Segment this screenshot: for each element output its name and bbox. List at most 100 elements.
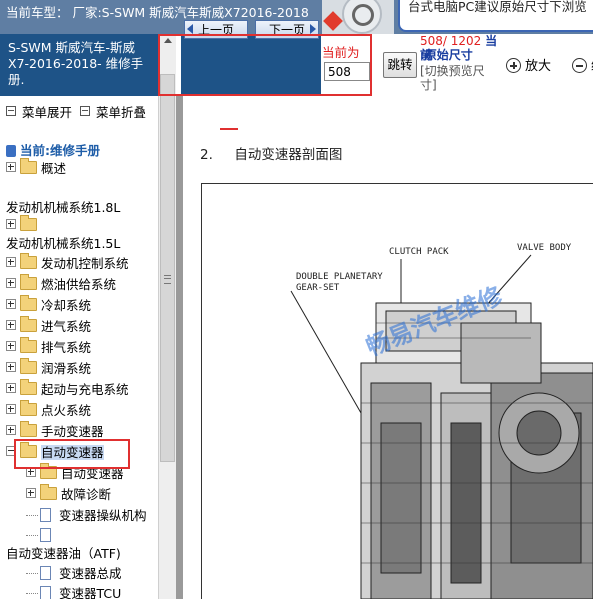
switch-preview-size-link[interactable]: [切换预览尺寸] xyxy=(420,64,498,92)
expand-plus-icon xyxy=(6,383,16,393)
tree-item-label: 发动机机械系统1.5L xyxy=(6,236,121,251)
tree-root[interactable]: 当前:维修手册 xyxy=(6,140,100,159)
expand-plus-icon xyxy=(6,362,16,372)
tree-item-label: 自动变速器 xyxy=(61,466,124,481)
arrow-left-icon xyxy=(187,24,193,34)
tree-item-fuel[interactable]: 燃油供给系统 xyxy=(6,274,116,295)
tree-subitem-tcu[interactable]: 变速器TCU xyxy=(26,584,121,599)
tree-root-label: 当前:维修手册 xyxy=(20,143,100,158)
folder-icon xyxy=(20,421,37,437)
menu-expand-label: 菜单展开 xyxy=(22,105,73,120)
tree-subitem-trans-assembly[interactable]: 变速器总成 xyxy=(26,564,122,584)
tree-item-label: 变速器TCU xyxy=(59,586,122,599)
grip-icon xyxy=(164,275,171,284)
folder-icon xyxy=(20,295,37,311)
tree-item-cooling[interactable]: 冷却系统 xyxy=(6,295,92,316)
folder-icon xyxy=(20,158,37,174)
tree-item-overview[interactable]: 概述 xyxy=(6,158,67,179)
expand-plus-icon xyxy=(6,341,16,351)
banner-image xyxy=(322,0,394,34)
jump-button[interactable]: 跳转 xyxy=(383,52,417,78)
tree-item-label-selected: 自动变速器 xyxy=(41,445,104,460)
tree-item-label: 概述 xyxy=(41,161,67,176)
tree-item-label: 点火系统 xyxy=(41,403,92,418)
folder-icon xyxy=(40,463,57,479)
tree-subitem-auto-trans[interactable]: 自动变速器 xyxy=(26,463,124,484)
manual-title: S-SWM 斯威汽车-斯威X7-2016-2018- 维修手册. xyxy=(8,40,144,87)
menu-collapse-label: 菜单折叠 xyxy=(96,105,147,120)
book-icon xyxy=(6,145,16,157)
expand-plus-icon xyxy=(6,320,16,330)
tree-item-label: 润滑系统 xyxy=(41,361,92,376)
label-gear-set: GEAR-SET xyxy=(296,283,340,293)
section-number: 2. xyxy=(200,147,213,163)
tree-item-auto-trans[interactable]: 自动变速器 xyxy=(6,442,104,463)
tree-connector xyxy=(26,535,38,536)
tree-item-start-charge[interactable]: 起动与充电系统 xyxy=(6,379,129,400)
tree-item-label: 冷却系统 xyxy=(41,298,92,313)
folder-icon xyxy=(20,379,37,395)
expand-plus-icon xyxy=(6,219,16,229)
expand-plus-icon xyxy=(26,467,36,477)
tree-item-label: 发动机控制系统 xyxy=(41,256,129,271)
manual-tree: 当前:维修手册 概述 发动机机械系统1.8L 发动机机械系统1.5L 发动机控制… xyxy=(0,136,160,599)
manual-title-panel: S-SWM 斯威汽车-斯威X7-2016-2018- 维修手册. xyxy=(0,34,158,96)
folder-icon xyxy=(20,253,37,269)
tree-subitem-atf[interactable]: 自动变速器油（ATF) xyxy=(6,544,121,564)
expand-plus-icon xyxy=(26,488,36,498)
zoom-out-icon xyxy=(572,58,587,73)
folder-icon xyxy=(20,274,37,290)
original-size-link[interactable]: :原始尺寸 xyxy=(420,48,500,62)
menu-collapse-button[interactable]: 菜单折叠 xyxy=(80,102,146,121)
tree-item-lubrication[interactable]: 润滑系统 xyxy=(6,358,92,379)
tree-connector xyxy=(26,573,38,574)
zoom-out-button[interactable]: 缩 xyxy=(572,55,593,74)
tree-subitem-blank-doc[interactable] xyxy=(26,526,59,546)
label-double-planetary: DOUBLE PLANETARY xyxy=(296,272,383,282)
expand-plus-icon xyxy=(6,299,16,309)
next-page-button[interactable]: 下一页 xyxy=(255,20,319,39)
page-nav-panel xyxy=(181,34,321,96)
tree-item-engine-mech-15[interactable]: 发动机机械系统1.5L xyxy=(6,234,120,254)
tree-subitem-diagnosis[interactable]: 故障诊断 xyxy=(26,484,112,505)
tree-scrollbar[interactable] xyxy=(158,34,177,599)
expand-plus-icon xyxy=(6,404,16,414)
menu-expand-button[interactable]: 菜单展开 xyxy=(6,102,72,121)
tree-item-label: 变速器总成 xyxy=(59,566,122,581)
prev-page-button[interactable]: 上一页 xyxy=(184,20,248,39)
tree-item-label: 故障诊断 xyxy=(61,487,112,502)
tree-item-ignition[interactable]: 点火系统 xyxy=(6,400,92,421)
red-arrow-icon xyxy=(323,11,343,31)
document-icon xyxy=(40,566,51,580)
section-title: 自动变速器剖面图 xyxy=(234,147,343,163)
folder-icon xyxy=(20,215,37,231)
zoom-in-button[interactable]: 放大 xyxy=(506,55,551,74)
document-icon xyxy=(40,508,51,522)
folder-icon xyxy=(40,484,57,500)
page-number-input[interactable] xyxy=(324,62,370,81)
tree-item-exhaust[interactable]: 排气系统 xyxy=(6,337,92,358)
tree-connector xyxy=(26,593,38,594)
label-clutch-pack: CLUTCH PACK xyxy=(389,247,449,257)
prev-page-label: 上一页 xyxy=(197,23,234,37)
arrow-right-icon xyxy=(310,24,316,34)
tree-subitem-shift-mechanism[interactable]: 变速器操纵机构 xyxy=(26,506,147,526)
expand-icon xyxy=(6,106,16,116)
tree-item-engine-control[interactable]: 发动机控制系统 xyxy=(6,253,129,274)
scrollbar-thumb[interactable] xyxy=(160,74,175,462)
tree-item-manual-trans[interactable]: 手动变速器 xyxy=(6,421,104,442)
tree-item-intake[interactable]: 进气系统 xyxy=(6,316,92,337)
tree-item-label: 发动机机械系统1.8L xyxy=(6,200,121,215)
tree-item-label: 排气系统 xyxy=(41,340,92,355)
expand-plus-icon xyxy=(6,278,16,288)
menu-toggle-row: 菜单展开 菜单折叠 xyxy=(0,96,158,136)
tree-item-label: 自动变速器油（ATF) xyxy=(6,546,121,561)
expand-plus-icon xyxy=(6,257,16,267)
folder-icon xyxy=(20,400,37,416)
tree-item-label: 手动变速器 xyxy=(41,424,104,439)
next-page-label: 下一页 xyxy=(268,23,305,37)
tree-item-engine-mech-18-folder[interactable] xyxy=(6,215,41,236)
scroll-up-icon[interactable] xyxy=(161,34,175,48)
document-icon xyxy=(40,528,51,542)
tree-item-label: 进气系统 xyxy=(41,319,92,334)
